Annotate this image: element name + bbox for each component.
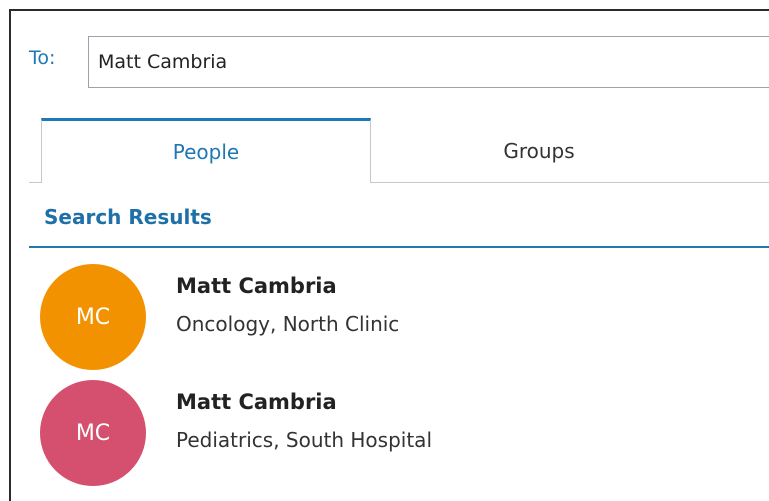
search-result-item[interactable]: MC Matt Cambria Pediatrics, South Hospit… (38, 380, 758, 486)
result-detail: Pediatrics, South Hospital (176, 428, 432, 452)
to-input[interactable] (88, 36, 769, 88)
tab-bar: People Groups (29, 118, 769, 183)
avatar-initials: MC (75, 420, 111, 446)
section-divider (29, 246, 769, 248)
to-label: To: (29, 47, 56, 69)
tab-people-label: People (172, 140, 240, 164)
avatar: MC (40, 264, 146, 370)
search-result-item[interactable]: MC Matt Cambria Oncology, North Clinic (38, 264, 758, 370)
result-name: Matt Cambria (176, 274, 337, 298)
tab-groups-label: Groups (503, 138, 575, 163)
result-name: Matt Cambria (176, 390, 337, 414)
avatar-initials: MC (75, 304, 111, 330)
result-detail: Oncology, North Clinic (176, 312, 400, 336)
tab-groups[interactable]: Groups (389, 118, 689, 183)
avatar: MC (40, 380, 146, 486)
search-results-title: Search Results (44, 205, 212, 229)
tab-people[interactable]: People (41, 118, 371, 183)
